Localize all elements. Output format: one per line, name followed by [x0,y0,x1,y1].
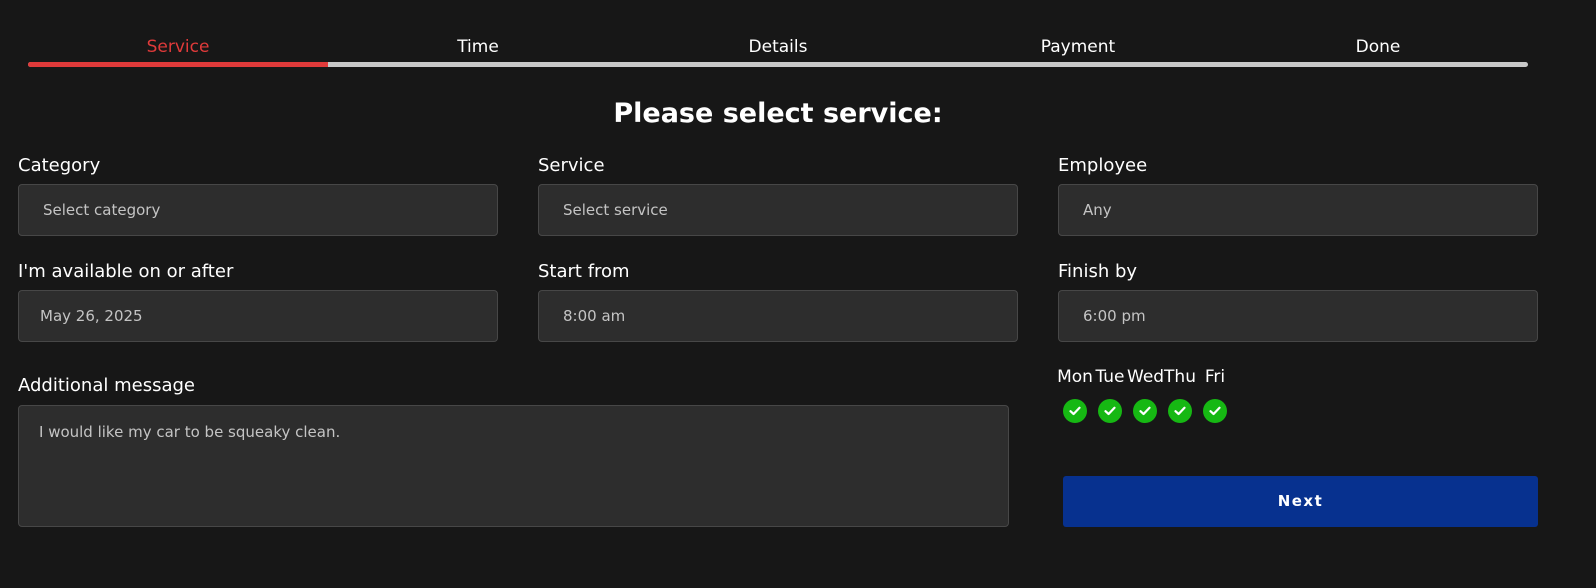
day-label: Fri [1204,367,1226,387]
day-label: Tue [1095,367,1125,387]
page-title: Please select service: [613,98,943,129]
step-service[interactable]: Service [28,36,328,58]
day-tue: Tue [1092,366,1128,423]
finish-by-select[interactable]: 6:00 pm [1058,290,1538,342]
finish-by-label: Finish by [1058,261,1138,282]
category-label: Category [18,155,101,176]
available-date-label: I'm available on or after [18,261,234,282]
check-icon[interactable] [1133,399,1157,423]
next-button[interactable]: Next [1063,476,1538,527]
booking-form: Service Time Details Payment Done Please… [0,0,1596,588]
start-from-label: Start from [538,261,630,282]
category-select[interactable]: Select category [18,184,498,236]
check-icon[interactable] [1203,399,1227,423]
day-label: Wed [1127,367,1165,387]
message-label: Additional message [18,375,195,396]
step-done[interactable]: Done [1228,36,1528,58]
day-wed: Wed [1127,366,1165,423]
check-icon[interactable] [1168,399,1192,423]
service-label: Service [538,155,605,176]
employee-select[interactable]: Any [1058,184,1538,236]
day-label: Mon [1057,367,1093,387]
day-fri: Fri [1197,366,1233,423]
employee-label: Employee [1058,155,1148,176]
step-time[interactable]: Time [328,36,628,58]
day-label: Thu [1164,367,1196,387]
message-textarea[interactable]: I would like my car to be squeaky clean. [18,405,1009,527]
step-payment[interactable]: Payment [928,36,1228,58]
step-details[interactable]: Details [628,36,928,58]
progress-steps: Service Time Details Payment Done [28,0,1528,70]
service-select[interactable]: Select service [538,184,1018,236]
available-date-input[interactable]: May 26, 2025 [18,290,498,342]
progress-track [28,62,1528,67]
check-icon[interactable] [1063,399,1087,423]
progress-fill [28,62,328,67]
day-thu: Thu [1162,366,1198,423]
day-mon: Mon [1057,366,1093,423]
check-icon[interactable] [1098,399,1122,423]
start-from-select[interactable]: 8:00 am [538,290,1018,342]
